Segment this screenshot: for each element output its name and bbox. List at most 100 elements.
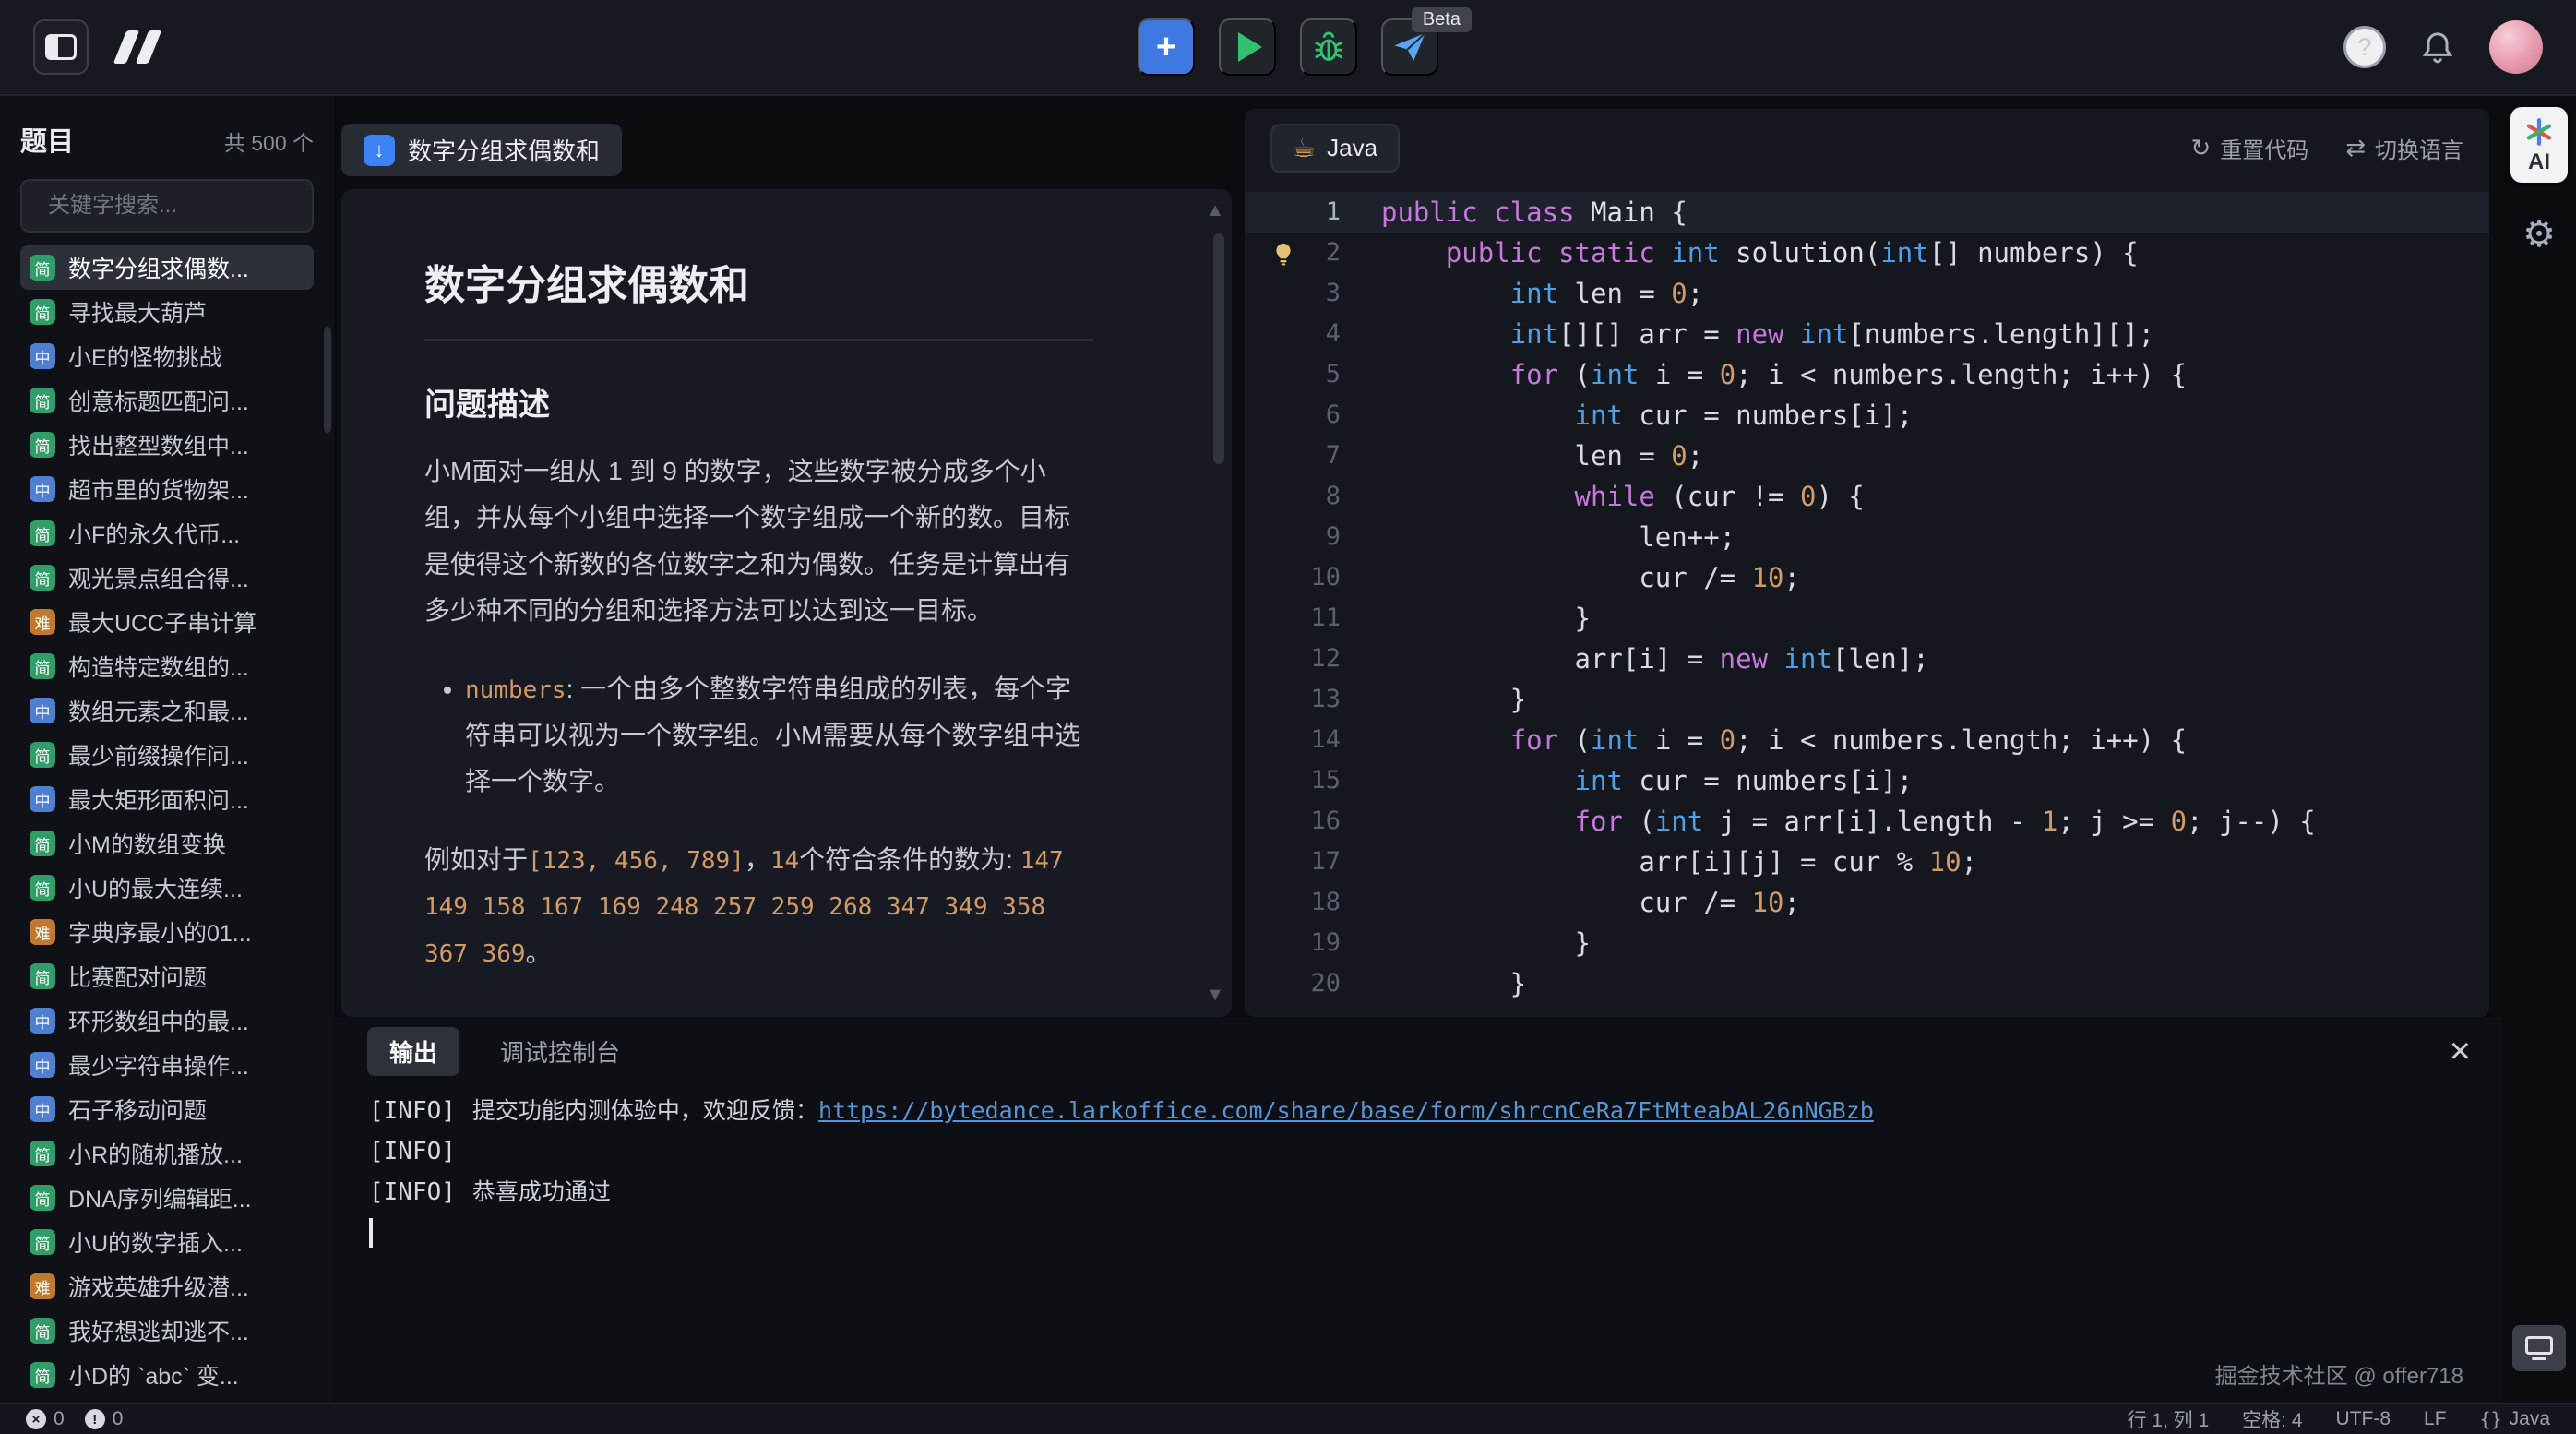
help-button[interactable]: ? bbox=[2343, 26, 2386, 68]
problem-list-item[interactable]: 简小M的数组变换 bbox=[20, 821, 314, 866]
problem-list-item[interactable]: 中小E的怪物挑战 bbox=[20, 334, 314, 378]
line-number: 10 bbox=[1245, 557, 1341, 598]
search-box[interactable] bbox=[20, 179, 314, 233]
code-line[interactable]: 7 len = 0; bbox=[1245, 436, 2489, 476]
problem-list-item[interactable]: 简创意标题匹配问... bbox=[20, 378, 314, 423]
marscode-logo[interactable] bbox=[120, 30, 155, 64]
debug-button[interactable] bbox=[1300, 18, 1357, 76]
problem-example: 例如对于[123, 456, 789]，14个符合条件的数为: 147 149 … bbox=[424, 837, 1093, 976]
code-line[interactable]: 8 while (cur != 0) { bbox=[1245, 476, 2489, 517]
problem-list-item[interactable]: 简小F的永久代币... bbox=[20, 511, 314, 556]
problem-list-item[interactable]: 简小U的数字插入... bbox=[20, 1220, 314, 1264]
code-line[interactable]: 16 for (int j = arr[i].length - 1; j >= … bbox=[1245, 801, 2489, 842]
warning-circle-icon: ! bbox=[85, 1409, 105, 1429]
problem-list-item[interactable]: 简小U的最大连续... bbox=[20, 866, 314, 910]
switch-language-button[interactable]: ⇄ 切换语言 bbox=[2345, 132, 2463, 164]
problem-list-item[interactable]: 简DNA序列编辑距... bbox=[20, 1176, 314, 1220]
code-line[interactable]: 10 cur /= 10; bbox=[1245, 557, 2489, 598]
scroll-up-icon[interactable]: ▲ bbox=[1206, 200, 1224, 221]
encoding-setting[interactable]: UTF-8 bbox=[2336, 1408, 2391, 1430]
errors-indicator[interactable]: × 0 bbox=[26, 1408, 65, 1430]
code-lines[interactable]: 1public class Main {2 public static int … bbox=[1245, 186, 2489, 1017]
search-input[interactable] bbox=[48, 193, 334, 219]
screen-mode-button[interactable] bbox=[2512, 1325, 2566, 1371]
language-selector[interactable]: ☕ Java bbox=[1270, 124, 1400, 173]
tab-output[interactable]: 输出 bbox=[367, 1027, 459, 1076]
line-number: 4 bbox=[1245, 314, 1341, 354]
error-circle-icon: × bbox=[26, 1409, 46, 1429]
cursor-position[interactable]: 行 1, 列 1 bbox=[2127, 1405, 2209, 1433]
problem-list-item[interactable]: 简小D的 `abc` 变... bbox=[20, 1353, 314, 1397]
problem-list-item[interactable]: 简最少前缀操作问... bbox=[20, 733, 314, 777]
code-line[interactable]: 18 cur /= 10; bbox=[1245, 882, 2489, 923]
indent-setting[interactable]: 空格: 4 bbox=[2242, 1405, 2302, 1433]
problem-item-label: 石子移动问题 bbox=[68, 1093, 207, 1126]
problem-scrollbar[interactable] bbox=[1213, 233, 1224, 464]
reset-code-button[interactable]: ↻ 重置代码 bbox=[2190, 132, 2308, 164]
line-number: 16 bbox=[1245, 801, 1341, 842]
console-link[interactable]: https://bytedance.larkoffice.com/share/b… bbox=[818, 1097, 1874, 1124]
code-line[interactable]: 14 for (int i = 0; i < numbers.length; i… bbox=[1245, 720, 2489, 760]
problem-list-item[interactable]: 简找出整型数组中... bbox=[20, 423, 314, 467]
user-avatar[interactable] bbox=[2489, 20, 2543, 74]
console-output[interactable]: [INFO]提交功能内测体验中，欢迎反馈：https://bytedance.l… bbox=[341, 1085, 2497, 1259]
difficulty-badge: 简 bbox=[30, 432, 55, 458]
eol-setting[interactable]: LF bbox=[2424, 1408, 2447, 1430]
problem-list-item[interactable]: 难最大UCC子串计算 bbox=[20, 600, 314, 644]
code-line[interactable]: 4 int[][] arr = new int[numbers.length][… bbox=[1245, 314, 2489, 354]
difficulty-badge: 简 bbox=[30, 1141, 55, 1166]
problem-list-item[interactable]: 中最少字符串操作... bbox=[20, 1043, 314, 1087]
problem-list-item[interactable]: 中数组元素之和最... bbox=[20, 688, 314, 733]
problem-count: 共 500 个 bbox=[224, 125, 314, 157]
code-line[interactable]: 19 } bbox=[1245, 923, 2489, 963]
description-heading: 问题描述 bbox=[424, 379, 1093, 424]
code-line[interactable]: 13 } bbox=[1245, 679, 2489, 720]
code-line[interactable]: 12 arr[i] = new int[len]; bbox=[1245, 639, 2489, 679]
console-line bbox=[369, 1213, 2469, 1253]
problem-list-item[interactable]: 简寻找最大葫芦 bbox=[20, 290, 314, 334]
new-window-button[interactable]: + bbox=[1138, 18, 1195, 76]
problem-list-item[interactable]: 简观光景点组合得... bbox=[20, 556, 314, 600]
problem-list-item[interactable]: 中超市里的货物架... bbox=[20, 467, 314, 511]
settings-gear-icon[interactable]: ⚙ bbox=[2522, 216, 2556, 253]
code-line[interactable]: 2 public static int solution(int[] numbe… bbox=[1245, 233, 2489, 273]
submit-button[interactable]: Beta bbox=[1381, 18, 1438, 76]
code-line[interactable]: 15 int cur = numbers[i]; bbox=[1245, 760, 2489, 801]
errors-count: 0 bbox=[54, 1408, 65, 1430]
code-line[interactable]: 20 } bbox=[1245, 963, 2489, 1004]
sidebar-toggle-button[interactable] bbox=[33, 19, 89, 75]
problem-list-item[interactable]: 简数字分组求偶数... bbox=[20, 245, 314, 290]
code-line[interactable]: 9 len++; bbox=[1245, 517, 2489, 557]
problem-item-label: 最大矩形面积问... bbox=[68, 783, 249, 816]
sidebar-scrollbar[interactable] bbox=[324, 327, 331, 433]
problem-list-item[interactable]: 简我好想逃却逃不... bbox=[20, 1309, 314, 1353]
code-line[interactable]: 6 int cur = numbers[i]; bbox=[1245, 395, 2489, 436]
line-number: 1 bbox=[1245, 192, 1341, 233]
run-button[interactable] bbox=[1219, 18, 1276, 76]
code-line[interactable]: 1public class Main { bbox=[1245, 192, 2489, 233]
problem-list-item[interactable]: 简构造特定数组的... bbox=[20, 644, 314, 688]
problem-list-item[interactable]: 中最大矩形面积问... bbox=[20, 777, 314, 821]
ai-assistant-button[interactable]: AI bbox=[2510, 107, 2568, 183]
problem-sidebar: 题目 共 500 个 简数字分组求偶数...简寻找最大葫芦中小E的怪物挑战简创意… bbox=[0, 96, 334, 1403]
problem-list-item[interactable]: 简比赛配对问题 bbox=[20, 954, 314, 998]
problem-badge[interactable]: ↓ 数字分组求偶数和 bbox=[341, 124, 622, 176]
problem-list-item[interactable]: 中环形数组中的最... bbox=[20, 998, 314, 1043]
code-line[interactable]: 5 for (int i = 0; i < numbers.length; i+… bbox=[1245, 354, 2489, 395]
switch-icon: ⇄ bbox=[2345, 134, 2366, 162]
braces-icon: {} bbox=[2480, 1408, 2502, 1430]
problem-list-item[interactable]: 简小R的随机播放... bbox=[20, 1131, 314, 1176]
close-console-icon[interactable]: × bbox=[2450, 1033, 2471, 1070]
language-mode[interactable]: {} Java bbox=[2480, 1408, 2550, 1430]
problem-list-item[interactable]: 难字典序最小的01... bbox=[20, 910, 314, 954]
warnings-indicator[interactable]: ! 0 bbox=[85, 1408, 124, 1430]
notifications-bell-icon[interactable] bbox=[2419, 29, 2456, 66]
problem-list-item[interactable]: 中石子移动问题 bbox=[20, 1087, 314, 1131]
problem-list-item[interactable]: 难游戏英雄升级潜... bbox=[20, 1264, 314, 1309]
code-line[interactable]: 11 } bbox=[1245, 598, 2489, 639]
scroll-down-icon[interactable]: ▼ bbox=[1206, 985, 1224, 1006]
code-line[interactable]: 17 arr[i][j] = cur % 10; bbox=[1245, 842, 2489, 882]
code-line[interactable]: 3 int len = 0; bbox=[1245, 273, 2489, 314]
tab-debug-console[interactable]: 调试控制台 bbox=[500, 1034, 620, 1069]
problem-item-label: 我好想逃却逃不... bbox=[68, 1314, 249, 1347]
